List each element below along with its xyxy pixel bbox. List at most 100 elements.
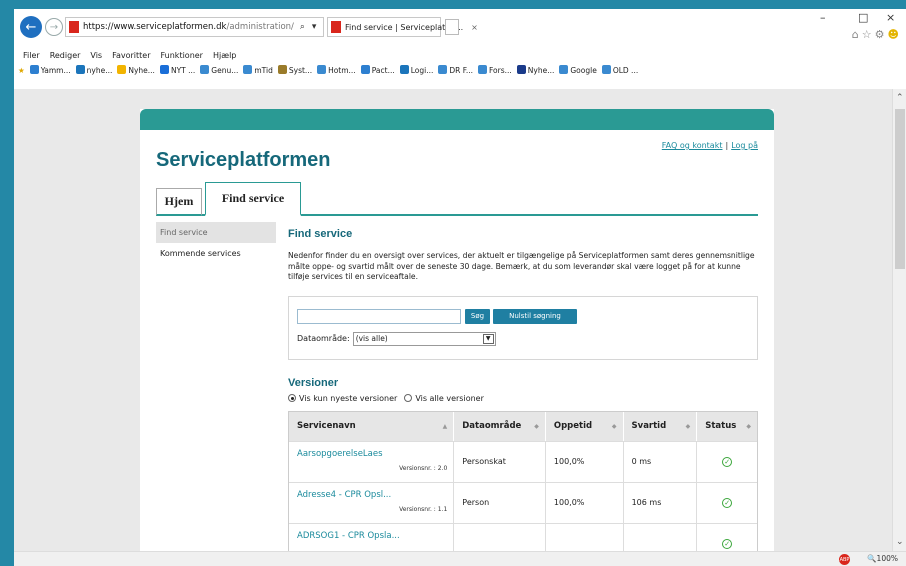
bookmark-item[interactable]: Logi... bbox=[399, 65, 433, 75]
column-header-status[interactable]: Status ◆ bbox=[697, 412, 757, 441]
gear-icon[interactable]: ⚙ bbox=[875, 28, 888, 41]
minimize-icon[interactable]: – bbox=[820, 11, 826, 24]
bookmark-item[interactable]: Pact... bbox=[360, 65, 395, 75]
tab-close-icon[interactable]: × bbox=[471, 23, 478, 32]
menu-item-rediger[interactable]: Rediger bbox=[50, 51, 81, 60]
bookmark-item[interactable]: Nyhe... bbox=[117, 65, 155, 75]
new-tab-button[interactable] bbox=[445, 19, 459, 35]
cell-response-time: 0 ms bbox=[624, 441, 698, 482]
data-area-filter: Dataområde: (vis alle) ▼ bbox=[297, 331, 496, 346]
cell-uptime: 100,0% bbox=[546, 441, 624, 482]
bookmark-item[interactable]: Google bbox=[559, 65, 597, 75]
radio-latest-versions[interactable] bbox=[288, 394, 296, 402]
cell-service-name: Adresse4 - CPR Opsl... Versionsnr. : 1.1 bbox=[289, 482, 455, 523]
browser-favorites-tools: ⌂☆⚙☻ bbox=[852, 28, 902, 41]
sort-icon: ◆ bbox=[534, 422, 539, 430]
bookmark-item[interactable]: DR F... bbox=[438, 65, 473, 75]
bookmark-item[interactable]: Hotm... bbox=[317, 65, 356, 75]
bookmark-item[interactable]: Yamm... bbox=[29, 65, 71, 75]
bookmark-item[interactable]: nyhe... bbox=[75, 65, 112, 75]
maximize-icon[interactable]: □ bbox=[858, 11, 868, 24]
service-version: Versionsnr. : 2.0 bbox=[399, 464, 448, 472]
page-viewport: FAQ og kontakt | Log på Serviceplatformen … bbox=[14, 89, 892, 551]
scroll-up-icon[interactable]: ⌃ bbox=[896, 93, 904, 103]
table-row: ADRSOG1 - CPR Opsla... ✓ bbox=[289, 522, 757, 551]
chevron-down-icon: ▼ bbox=[482, 333, 494, 344]
url-path: /administration/ bbox=[226, 22, 294, 32]
service-link[interactable]: ADRSOG1 - CPR Opsla... bbox=[297, 531, 400, 541]
data-area-selected-value: (vis alle) bbox=[355, 334, 388, 343]
bookmark-item[interactable]: mTid bbox=[243, 65, 273, 75]
back-arrow-icon[interactable]: ← bbox=[20, 16, 42, 38]
zoom-level[interactable]: 🔍100% bbox=[867, 554, 898, 563]
url-host: https://www.serviceplatformen.dk bbox=[83, 22, 227, 32]
versions-heading: Versioner bbox=[288, 376, 339, 389]
faq-contact-link[interactable]: FAQ og kontakt bbox=[662, 141, 723, 150]
status-ok-icon: ✓ bbox=[722, 538, 733, 549]
bookmark-item[interactable]: Genu... bbox=[200, 65, 238, 75]
star-icon[interactable]: ☆ bbox=[862, 28, 875, 41]
radio-all-versions[interactable] bbox=[404, 394, 413, 402]
cell-response-time bbox=[624, 523, 698, 551]
cell-status: ✓ bbox=[697, 442, 757, 482]
menu-item-filer[interactable]: Filer bbox=[23, 51, 40, 60]
cell-response-time: 106 ms bbox=[624, 482, 698, 523]
scroll-down-icon[interactable]: ⌄ bbox=[896, 537, 904, 547]
favorites-star-icon[interactable]: ★ bbox=[18, 66, 25, 75]
bookmark-item[interactable]: Syst... bbox=[277, 65, 312, 75]
site-tabs: Hjem Find service bbox=[156, 182, 758, 216]
radio-all-label: Vis alle versioner bbox=[415, 393, 484, 403]
intro-text: Nedenfor finder du en oversigt over serv… bbox=[288, 251, 755, 281]
column-header-servicenavn[interactable]: Servicenavn ▲ bbox=[289, 411, 455, 441]
main-content: Find service Nedenfor finder du en overs… bbox=[288, 222, 758, 551]
sort-asc-icon: ▲ bbox=[442, 422, 448, 430]
services-table: Servicenavn ▲ Dataområde ◆ Oppetid ◆ Svarti… bbox=[288, 410, 758, 551]
service-link[interactable]: AarsopgoerelseLaes bbox=[297, 449, 383, 459]
vertical-scrollbar[interactable]: ⌃ ⌄ bbox=[892, 89, 906, 551]
menu-item-vis[interactable]: Vis bbox=[90, 51, 102, 60]
close-window-icon[interactable]: × bbox=[886, 11, 895, 24]
sort-icon: ◆ bbox=[746, 422, 751, 430]
menu-item-favoritter[interactable]: Favoritter bbox=[112, 51, 150, 60]
browser-tab-find-service[interactable]: Find service | Serviceplatfor... × bbox=[327, 17, 478, 37]
search-button[interactable]: Søg bbox=[465, 308, 490, 324]
menu-item-hjaelp[interactable]: Hjælp bbox=[213, 51, 236, 60]
data-area-select[interactable]: (vis alle) ▼ bbox=[352, 331, 496, 346]
column-header-dataomraade[interactable]: Dataområde ◆ bbox=[454, 411, 546, 441]
service-link[interactable]: Adresse4 - CPR Opsl... bbox=[297, 490, 391, 500]
cell-status: ✓ bbox=[697, 483, 757, 523]
search-input[interactable] bbox=[297, 308, 461, 324]
smiley-feedback-icon[interactable]: ☻ bbox=[888, 28, 902, 41]
status-ok-icon: ✓ bbox=[722, 456, 733, 467]
table-row: AarsopgoerelseLaes Versionsnr. : 2.0 Per… bbox=[289, 440, 757, 482]
column-header-oppetid[interactable]: Oppetid ◆ bbox=[546, 411, 624, 441]
desktop-background: ← → https://www.serviceplatformen.dk /ad… bbox=[0, 0, 906, 566]
browser-window: ← → https://www.serviceplatformen.dk /ad… bbox=[14, 9, 906, 566]
adblock-icon[interactable]: ABP bbox=[839, 554, 850, 565]
cell-data-area: Person bbox=[454, 482, 546, 523]
bookmark-item[interactable]: OLD ... bbox=[601, 65, 638, 75]
address-bar-controls-icon[interactable]: ⌕ ▾ 🔒 ↻ bbox=[300, 22, 323, 32]
forward-arrow-icon[interactable]: → bbox=[45, 18, 63, 36]
login-link[interactable]: Log på bbox=[731, 141, 758, 150]
address-bar[interactable]: https://www.serviceplatformen.dk /admini… bbox=[65, 17, 324, 37]
reset-search-button[interactable]: Nulstil søgning bbox=[493, 308, 577, 324]
bookmark-item[interactable]: Nyhe... bbox=[516, 65, 554, 75]
sidebar-item-kommende-services[interactable]: Kommende services bbox=[156, 243, 276, 264]
tab-hjem[interactable]: Hjem bbox=[156, 188, 202, 216]
site-container: FAQ og kontakt | Log på Serviceplatformen … bbox=[140, 109, 774, 551]
scrollbar-thumb[interactable] bbox=[895, 109, 905, 269]
cell-uptime bbox=[546, 523, 624, 551]
bookmark-item[interactable]: NYT ... bbox=[159, 65, 195, 75]
status-bar: ABP 🔍100% bbox=[14, 551, 906, 566]
site-header-bar bbox=[140, 109, 774, 130]
favorites-bar: ★ Yamm... nyhe... Nyhe... NYT ... Genu..… bbox=[14, 63, 906, 77]
home-icon[interactable]: ⌂ bbox=[852, 28, 862, 41]
tab-favicon-icon bbox=[331, 21, 341, 33]
column-header-svartid[interactable]: Svartid ◆ bbox=[624, 411, 698, 441]
sidebar-item-find-service[interactable]: Find service bbox=[156, 222, 276, 243]
bookmark-item[interactable]: Fors... bbox=[478, 65, 512, 75]
menu-item-funktioner[interactable]: Funktioner bbox=[161, 51, 203, 60]
table-row: Adresse4 - CPR Opsl... Versionsnr. : 1.1… bbox=[289, 481, 757, 523]
tab-find-service[interactable]: Find service bbox=[205, 182, 301, 216]
